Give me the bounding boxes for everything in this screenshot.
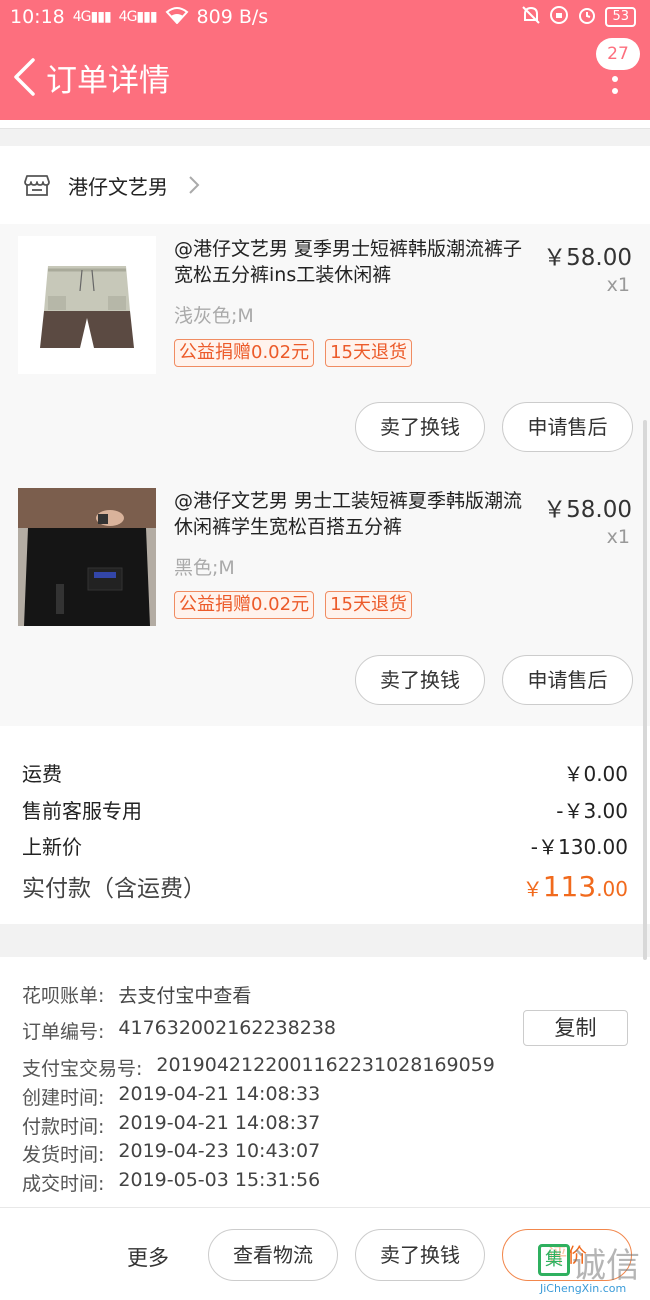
fee-summary: 运费 ￥0.00 售前客服专用 -￥3.00 上新价 -￥130.00 实付款（… bbox=[0, 726, 650, 924]
network-speed: 809 B/s bbox=[196, 6, 269, 28]
page-title: 订单详情 bbox=[46, 62, 170, 99]
view-logistics-button[interactable]: 查看物流 bbox=[208, 1229, 338, 1281]
signal-icon-2: 4G▮▮▮ bbox=[118, 9, 158, 25]
product-price: ￥58.00 bbox=[543, 245, 632, 271]
presale-value: -￥3.00 bbox=[556, 799, 628, 823]
product-qty: x1 bbox=[606, 526, 630, 548]
donation-tag: 公益捐赠0.02元 bbox=[174, 339, 315, 367]
watermark-text: 诚信 bbox=[572, 1246, 640, 1286]
back-button[interactable] bbox=[2, 34, 46, 120]
product-price: ￥58.00 bbox=[543, 497, 632, 523]
watermark: 集 诚信 JiChengXin.com bbox=[528, 1230, 646, 1300]
product-title[interactable]: @港仔文艺男 男士工装短裤夏季韩版潮流休闲裤学生宽松百搭五分裤 bbox=[174, 488, 539, 540]
created-label: 创建时间: bbox=[22, 1087, 105, 1109]
shipped-label: 发货时间: bbox=[22, 1144, 105, 1166]
top-strip bbox=[0, 120, 650, 128]
clock: 10:18 bbox=[10, 6, 65, 28]
resell-button[interactable]: 卖了换钱 bbox=[355, 402, 485, 452]
paid-time-value: 2019-04-21 14:08:37 bbox=[118, 1112, 321, 1134]
order-item[interactable]: @港仔文艺男 夏季男士短裤韩版潮流裤子宽松五分裤ins工装休闲裤 ￥58.00 … bbox=[0, 224, 650, 476]
lock-rotation-icon bbox=[549, 5, 569, 30]
chevron-right-icon bbox=[189, 176, 200, 194]
product-title[interactable]: @港仔文艺男 夏季男士短裤韩版潮流裤子宽松五分裤ins工装休闲裤 bbox=[174, 236, 539, 288]
done-label: 成交时间: bbox=[22, 1173, 105, 1195]
header-bar: 订单详情 27 bbox=[0, 34, 650, 120]
paid-total: ￥113.00 bbox=[522, 870, 628, 903]
product-spec: 浅灰色;M bbox=[174, 305, 254, 327]
created-value: 2019-04-21 14:08:33 bbox=[118, 1083, 321, 1105]
done-value: 2019-05-03 15:31:56 bbox=[118, 1169, 321, 1191]
return-tag: 15天退货 bbox=[325, 339, 412, 367]
wifi-icon bbox=[165, 6, 189, 29]
divider bbox=[0, 128, 650, 129]
product-image-shorts-grey[interactable] bbox=[18, 236, 156, 374]
watermark-logo: 集 bbox=[538, 1244, 570, 1276]
watermark-url: JiChengXin.com bbox=[540, 1282, 627, 1295]
bell-off-icon bbox=[521, 5, 541, 30]
paid-time-label: 付款时间: bbox=[22, 1116, 105, 1138]
battery-icon: 53 bbox=[605, 7, 636, 27]
shipping-label: 运费 bbox=[22, 762, 62, 786]
after-sale-button[interactable]: 申请售后 bbox=[502, 402, 633, 452]
copy-button[interactable]: 复制 bbox=[523, 1010, 628, 1046]
store-icon bbox=[24, 175, 50, 196]
signal-icon: 4G▮▮▮ bbox=[72, 9, 112, 25]
shop-row[interactable]: 港仔文艺男 bbox=[0, 146, 650, 224]
notification-badge: 27 bbox=[596, 38, 640, 70]
newprice-value: -￥130.00 bbox=[530, 835, 628, 859]
alipay-value: 2019042122001162231028169059 bbox=[156, 1054, 495, 1076]
order-info: 花呗账单: 去支付宝中查看 订单编号: 417632002162238238 复… bbox=[0, 957, 650, 1207]
product-image-shorts-black[interactable] bbox=[18, 488, 156, 626]
scrollbar[interactable] bbox=[643, 420, 647, 960]
shipped-value: 2019-04-23 10:43:07 bbox=[118, 1140, 321, 1162]
shipping-value: ￥0.00 bbox=[563, 762, 628, 786]
chevron-left-icon bbox=[14, 58, 35, 96]
presale-label: 售前客服专用 bbox=[22, 799, 142, 823]
product-qty: x1 bbox=[606, 274, 630, 296]
resell-button[interactable]: 卖了换钱 bbox=[355, 1229, 485, 1281]
resell-button[interactable]: 卖了换钱 bbox=[355, 655, 485, 705]
alipay-label: 支付宝交易号: bbox=[22, 1058, 143, 1080]
more-menu-button[interactable]: 27 bbox=[596, 38, 640, 116]
order-no-label: 订单编号: bbox=[22, 1021, 105, 1043]
order-item[interactable]: @港仔文艺男 男士工装短裤夏季韩版潮流休闲裤学生宽松百搭五分裤 ￥58.00 x… bbox=[0, 476, 650, 726]
more-button[interactable]: 更多 bbox=[127, 1242, 169, 1272]
paid-label: 实付款（含运费） bbox=[22, 876, 206, 902]
shop-name: 港仔文艺男 bbox=[68, 174, 168, 199]
order-no-value: 417632002162238238 bbox=[118, 1017, 336, 1039]
alarm-icon bbox=[577, 5, 597, 30]
product-spec: 黑色;M bbox=[174, 557, 235, 579]
huabei-link[interactable]: 去支付宝中查看 bbox=[118, 981, 251, 1008]
huabei-label: 花呗账单: bbox=[22, 985, 105, 1007]
after-sale-button[interactable]: 申请售后 bbox=[502, 655, 633, 705]
status-bar: 10:18 4G▮▮▮ 4G▮▮▮ 809 B/s 53 bbox=[0, 0, 650, 34]
newprice-label: 上新价 bbox=[22, 835, 82, 859]
more-dots-icon bbox=[612, 76, 618, 100]
donation-tag: 公益捐赠0.02元 bbox=[174, 591, 315, 619]
return-tag: 15天退货 bbox=[325, 591, 412, 619]
